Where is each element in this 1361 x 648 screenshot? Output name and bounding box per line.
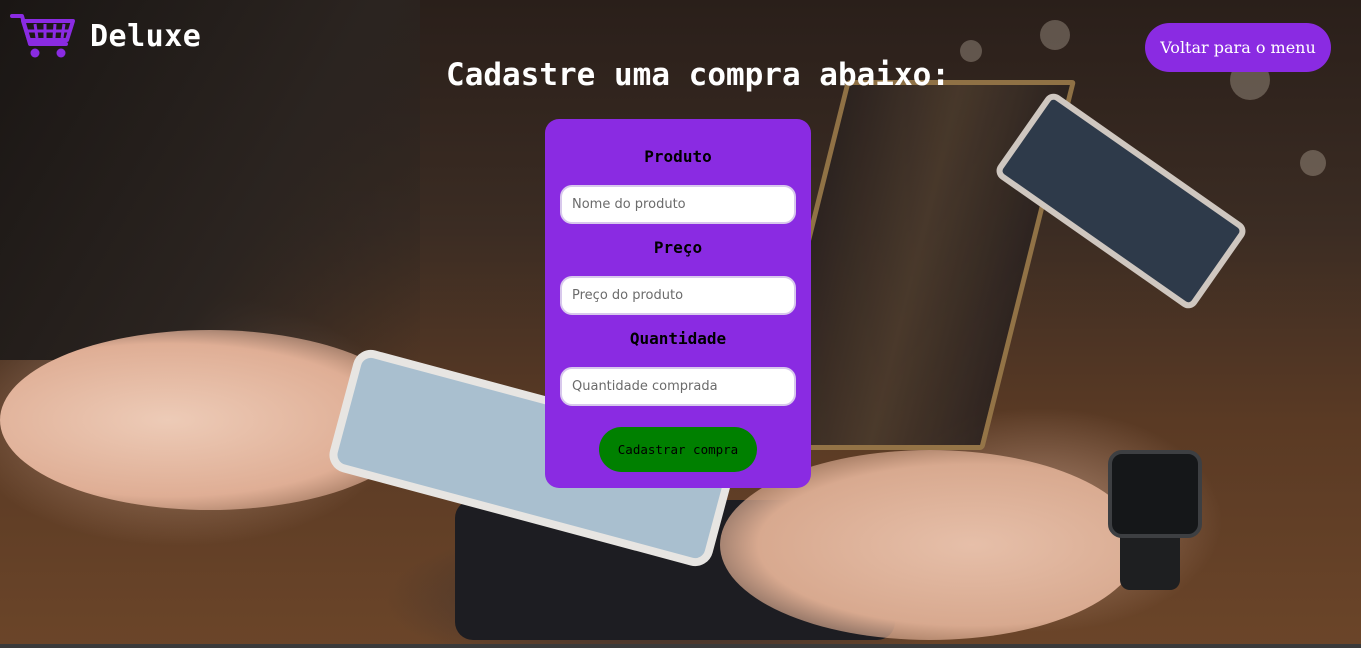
product-name-input[interactable] bbox=[560, 185, 796, 224]
background-light bbox=[1300, 150, 1326, 176]
background-light bbox=[1040, 20, 1070, 50]
submit-purchase-button[interactable]: Cadastrar compra bbox=[599, 427, 757, 472]
background-watch bbox=[1108, 450, 1202, 538]
price-field-group: Preço bbox=[545, 238, 811, 315]
background-tablet bbox=[992, 89, 1250, 313]
brand-name: Deluxe bbox=[90, 18, 202, 54]
page-title: Cadastre uma compra abaixo: bbox=[446, 57, 950, 93]
purchase-form: Produto Preço Quantidade Cadastrar compr… bbox=[545, 119, 811, 488]
quantity-input[interactable] bbox=[560, 367, 796, 406]
shopping-cart-icon bbox=[10, 14, 75, 58]
bottom-bar bbox=[0, 644, 1361, 648]
price-label: Preço bbox=[653, 238, 703, 257]
quantity-label: Quantidade bbox=[629, 329, 727, 348]
product-label: Produto bbox=[644, 147, 712, 166]
brand-logo[interactable]: Deluxe bbox=[10, 12, 201, 60]
quantity-field-group: Quantidade bbox=[545, 329, 811, 406]
product-field-group: Produto bbox=[545, 147, 811, 224]
product-price-input[interactable] bbox=[560, 276, 796, 315]
